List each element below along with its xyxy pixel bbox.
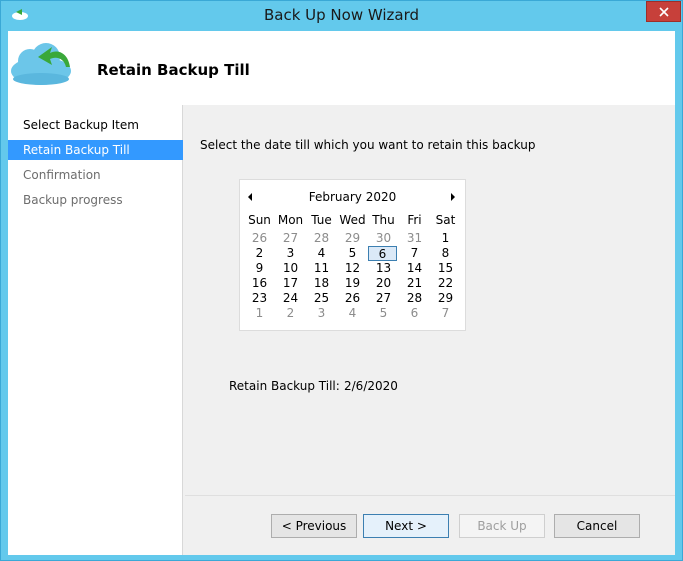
calendar-day[interactable]: 2 — [275, 306, 306, 321]
calendar-day[interactable]: 16 — [244, 276, 275, 291]
wizard-header: Retain Backup Till — [8, 31, 675, 105]
close-button[interactable] — [646, 1, 681, 22]
weekday-header: Tue — [311, 213, 332, 227]
next-button[interactable]: Next > — [363, 514, 449, 538]
calendar-day[interactable]: 5 — [368, 306, 399, 321]
calendar-day[interactable]: 29 — [337, 231, 368, 246]
step-backup-progress: Backup progress — [8, 190, 183, 210]
title-bar[interactable]: Back Up Now Wizard — [1, 1, 682, 31]
calendar-day[interactable]: 11 — [306, 261, 337, 276]
calendar-day[interactable]: 10 — [275, 261, 306, 276]
weekday-header: Wed — [339, 213, 366, 227]
step-label: Backup progress — [23, 193, 123, 207]
page-title: Retain Backup Till — [97, 61, 250, 79]
weekday-header: Thu — [372, 213, 395, 227]
calendar-day[interactable]: 26 — [244, 231, 275, 246]
step-confirmation: Confirmation — [8, 165, 183, 185]
calendar-day[interactable]: 9 — [244, 261, 275, 276]
calendar-day[interactable]: 6 — [368, 246, 397, 261]
weekday-header: Fri — [407, 213, 422, 227]
backup-button: Back Up — [459, 514, 545, 538]
step-label: Confirmation — [23, 168, 101, 182]
calendar-day[interactable]: 29 — [430, 291, 461, 306]
cancel-button[interactable]: Cancel — [554, 514, 640, 538]
calendar-day[interactable]: 31 — [399, 231, 430, 246]
calendar-day[interactable]: 7 — [399, 246, 430, 261]
calendar-day[interactable]: 27 — [368, 291, 399, 306]
calendar-day[interactable]: 7 — [430, 306, 461, 321]
calendar-day[interactable]: 4 — [306, 246, 337, 261]
triangle-right-icon[interactable] — [448, 191, 458, 203]
calendar-day[interactable]: 25 — [306, 291, 337, 306]
calendar-day[interactable]: 13 — [368, 261, 399, 276]
calendar-day[interactable]: 4 — [337, 306, 368, 321]
step-sidebar: Select Backup Item Retain Backup Till Co… — [8, 105, 183, 555]
footer-divider — [185, 495, 675, 496]
calendar-day[interactable]: 17 — [275, 276, 306, 291]
calendar-day[interactable]: 20 — [368, 276, 399, 291]
calendar-day[interactable]: 1 — [430, 231, 461, 246]
calendar-day[interactable]: 5 — [337, 246, 368, 261]
instruction-text: Select the date till which you want to r… — [200, 138, 536, 152]
calendar-day[interactable]: 3 — [306, 306, 337, 321]
calendar-day[interactable]: 21 — [399, 276, 430, 291]
calendar-day[interactable]: 30 — [368, 231, 399, 246]
calendar-day[interactable]: 12 — [337, 261, 368, 276]
calendar-day[interactable]: 24 — [275, 291, 306, 306]
calendar-day[interactable]: 6 — [399, 306, 430, 321]
calendar-day[interactable]: 26 — [337, 291, 368, 306]
previous-button[interactable]: < Previous — [271, 514, 357, 538]
calendar-day[interactable]: 27 — [275, 231, 306, 246]
calendar-day[interactable]: 1 — [244, 306, 275, 321]
wizard-window: Back Up Now Wizard Retain Backup Till Se… — [0, 0, 683, 561]
window-title: Back Up Now Wizard — [263, 6, 420, 24]
calendar-day[interactable]: 14 — [399, 261, 430, 276]
date-calendar[interactable]: February 2020 Sun Mon Tue Wed Thu Fri Sat 26 27 2… — [239, 179, 466, 331]
step-label: Retain Backup Till — [23, 143, 130, 157]
cloud-backup-icon — [11, 43, 71, 85]
calendar-day[interactable]: 19 — [337, 276, 368, 291]
calendar-day[interactable]: 18 — [306, 276, 337, 291]
step-retain-backup-till[interactable]: Retain Backup Till — [8, 140, 183, 160]
retain-till-label: Retain Backup Till: — [229, 379, 340, 393]
calendar-day[interactable]: 15 — [430, 261, 461, 276]
calendar-month-label: February 2020 — [308, 190, 397, 204]
weekday-header: Sun — [248, 213, 271, 227]
weekday-header: Sat — [435, 213, 456, 227]
step-select-backup-item[interactable]: Select Backup Item — [8, 115, 183, 135]
retain-till-value: 2/6/2020 — [344, 379, 398, 393]
wizard-client-area: Retain Backup Till Select Backup Item Re… — [8, 31, 675, 555]
calendar-day[interactable]: 2 — [244, 246, 275, 261]
wizard-content: Select the date till which you want to r… — [185, 105, 675, 495]
calendar-day[interactable]: 22 — [430, 276, 461, 291]
calendar-day[interactable]: 8 — [430, 246, 461, 261]
close-icon — [659, 7, 669, 17]
step-label: Select Backup Item — [23, 118, 139, 132]
calendar-day[interactable]: 28 — [399, 291, 430, 306]
weekday-header: Mon — [277, 213, 304, 227]
calendar-day[interactable]: 28 — [306, 231, 337, 246]
calendar-day[interactable]: 3 — [275, 246, 306, 261]
calendar-day[interactable]: 23 — [244, 291, 275, 306]
